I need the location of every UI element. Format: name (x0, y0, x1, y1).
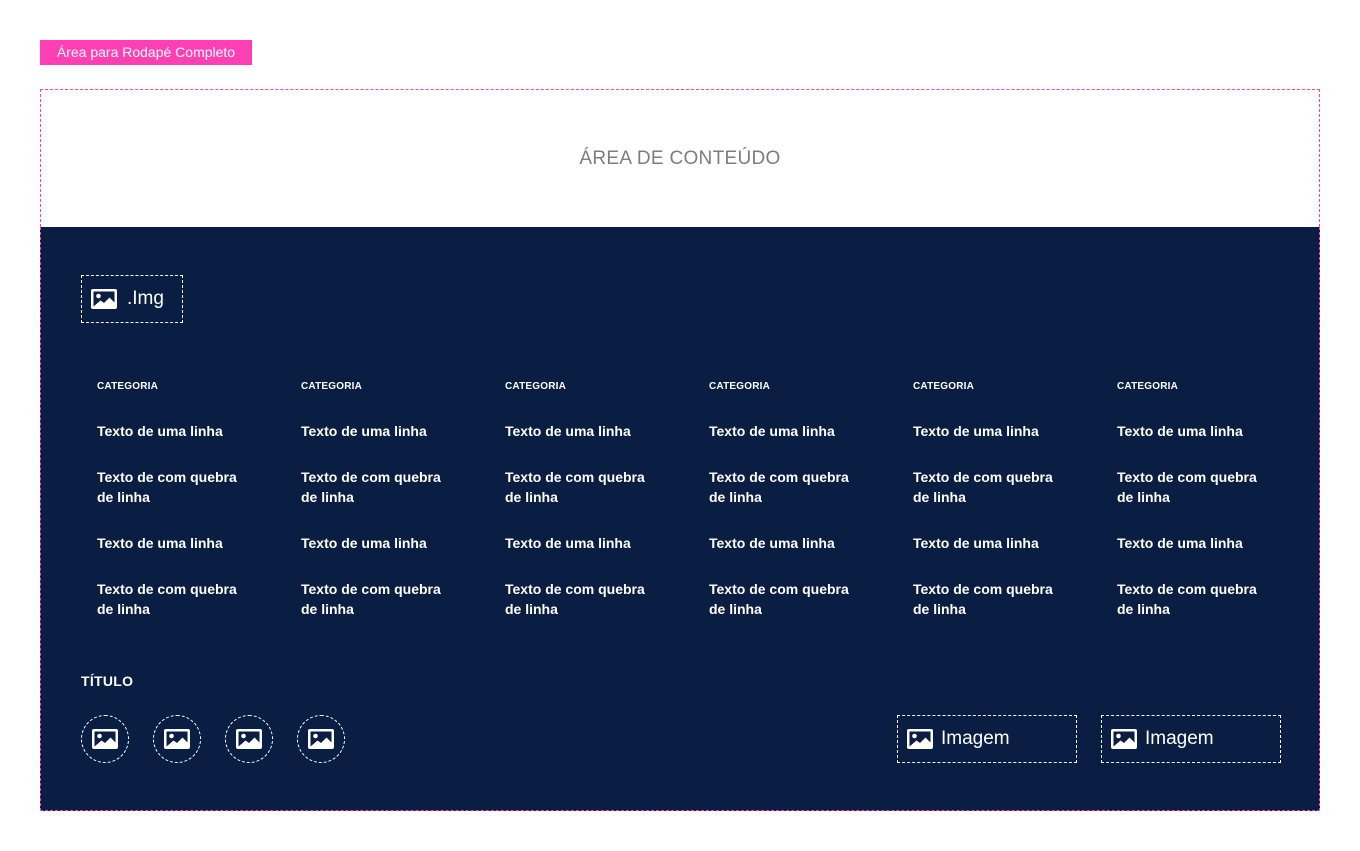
image-icon (164, 729, 190, 749)
footer-link[interactable]: Texto de uma linha (1117, 533, 1267, 553)
content-area: ÁREA DE CONTEÚDO (40, 89, 1320, 227)
footer-link[interactable]: Texto de com quebra de linha (1117, 467, 1267, 507)
footer-link[interactable]: Texto de com quebra de linha (505, 467, 655, 507)
footer-link[interactable]: Texto de uma linha (709, 533, 859, 553)
social-icon-button[interactable] (81, 715, 129, 763)
image-icon (236, 729, 262, 749)
image-icon (907, 729, 933, 749)
footer-link[interactable]: Texto de uma linha (1117, 421, 1267, 441)
image-badge-label: Imagem (941, 728, 1010, 749)
footer-logo-placeholder[interactable]: .Img (81, 275, 183, 323)
footer-column: CATEGORIA Texto de uma linha Texto de co… (709, 381, 913, 645)
social-icon-button[interactable] (297, 715, 345, 763)
image-icon (308, 729, 334, 749)
footer: .Img CATEGORIA Texto de uma linha Texto … (40, 227, 1320, 811)
footer-link[interactable]: Texto de com quebra de linha (97, 579, 247, 619)
footer-column: CATEGORIA Texto de uma linha Texto de co… (301, 381, 505, 645)
footer-link[interactable]: Texto de com quebra de linha (301, 579, 451, 619)
image-icon (91, 289, 117, 309)
footer-link[interactable]: Texto de uma linha (913, 533, 1063, 553)
footer-link[interactable]: Texto de uma linha (97, 421, 247, 441)
footer-link[interactable]: Texto de uma linha (301, 421, 451, 441)
footer-column: CATEGORIA Texto de uma linha Texto de co… (1117, 381, 1321, 645)
column-category: CATEGORIA (301, 381, 363, 392)
footer-link[interactable]: Texto de uma linha (505, 421, 655, 441)
footer-link[interactable]: Texto de com quebra de linha (1117, 579, 1267, 619)
image-icon (92, 729, 118, 749)
image-badge[interactable]: Imagem (1101, 715, 1281, 763)
image-badge-label: Imagem (1145, 728, 1214, 749)
footer-link[interactable]: Texto de uma linha (709, 421, 859, 441)
column-category: CATEGORIA (709, 381, 771, 392)
social-icon-button[interactable] (153, 715, 201, 763)
social-icon-button[interactable] (225, 715, 273, 763)
image-badges-row: Imagem Imagem (897, 715, 1281, 763)
footer-link[interactable]: Texto de com quebra de linha (97, 467, 247, 507)
column-category: CATEGORIA (1117, 381, 1179, 392)
image-icon (1111, 729, 1137, 749)
footer-logo-label: .Img (127, 288, 164, 309)
column-category: CATEGORIA (97, 381, 159, 392)
footer-link[interactable]: Texto de uma linha (913, 421, 1063, 441)
image-badge[interactable]: Imagem (897, 715, 1077, 763)
footer-column: CATEGORIA Texto de uma linha Texto de co… (505, 381, 709, 645)
footer-link-columns: CATEGORIA Texto de uma linha Texto de co… (97, 381, 1321, 645)
column-category: CATEGORIA (505, 381, 567, 392)
content-area-label: ÁREA DE CONTEÚDO (579, 147, 781, 169)
footer-column: CATEGORIA Texto de uma linha Texto de co… (913, 381, 1117, 645)
footer-link[interactable]: Texto de com quebra de linha (709, 579, 859, 619)
footer-link[interactable]: Texto de com quebra de linha (709, 467, 859, 507)
column-category: CATEGORIA (913, 381, 975, 392)
social-icons-row (81, 715, 345, 763)
area-tag: Área para Rodapé Completo (40, 40, 252, 65)
footer-link[interactable]: Texto de com quebra de linha (301, 467, 451, 507)
footer-link[interactable]: Texto de com quebra de linha (913, 467, 1063, 507)
footer-column: CATEGORIA Texto de uma linha Texto de co… (97, 381, 301, 645)
footer-link[interactable]: Texto de uma linha (97, 533, 247, 553)
footer-section-title: TÍTULO (81, 673, 134, 689)
footer-link[interactable]: Texto de uma linha (505, 533, 655, 553)
footer-link[interactable]: Texto de uma linha (301, 533, 451, 553)
footer-link[interactable]: Texto de com quebra de linha (505, 579, 655, 619)
footer-link[interactable]: Texto de com quebra de linha (913, 579, 1063, 619)
